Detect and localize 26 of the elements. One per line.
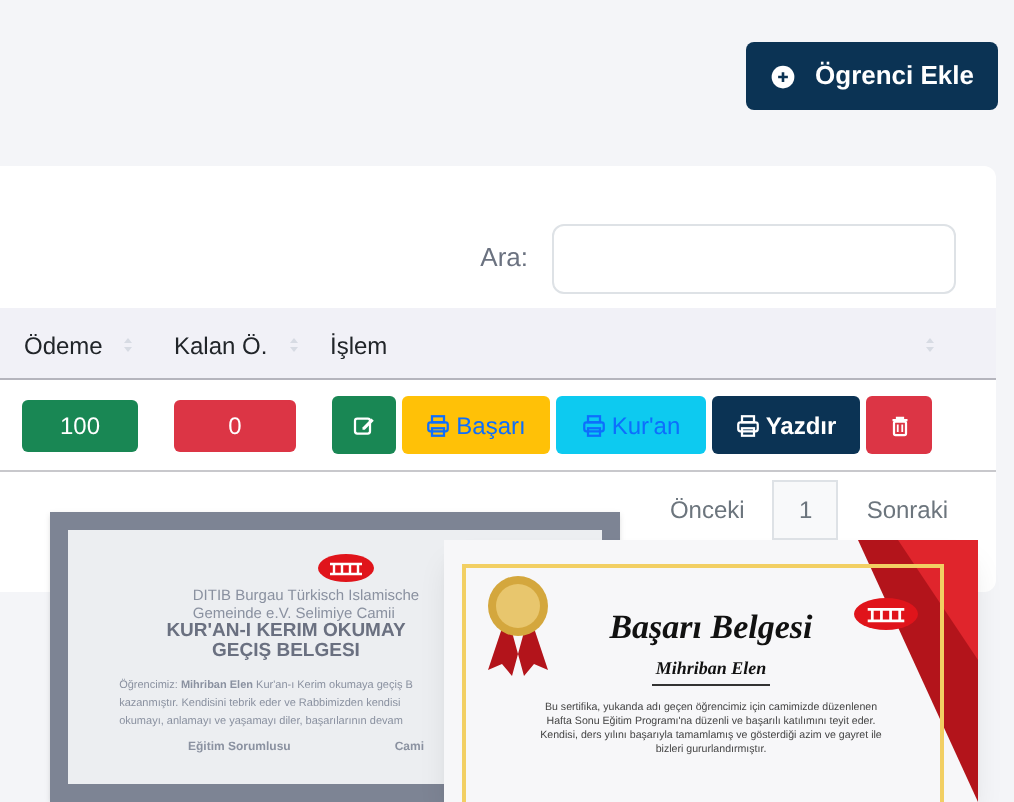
page-button[interactable]: 1 — [772, 480, 839, 540]
print-button[interactable]: Yazdır — [712, 396, 860, 454]
trash-icon — [887, 413, 911, 437]
printer-icon — [426, 413, 451, 437]
printer-icon — [735, 413, 760, 437]
remaining-badge: 0 — [174, 399, 296, 451]
logo-icon — [318, 554, 374, 582]
search-label: Ara: — [480, 240, 528, 277]
certificate-title: GEÇIŞ BELGESI — [212, 642, 360, 662]
add-student-button[interactable]: Ögrenci Ekle — [745, 42, 998, 110]
search-field[interactable] — [552, 223, 956, 293]
plus-circle-icon — [769, 63, 796, 89]
recipient-name: Mihriban Elen — [651, 656, 771, 685]
column-header[interactable]: İşlem — [330, 328, 388, 364]
printer-icon — [581, 413, 606, 437]
payment-badge: 100 — [22, 399, 138, 451]
next-page-link[interactable]: Sonraki — [838, 480, 976, 540]
column-header[interactable]: Ödeme — [24, 328, 103, 364]
edit-button[interactable] — [332, 396, 396, 454]
previous-page-link[interactable]: Önceki — [641, 480, 773, 540]
column-header[interactable]: Kalan Ö. — [174, 328, 268, 364]
certificate-title: KUR'AN-I KERIM OKUMAY — [166, 622, 406, 642]
certificate-title: Başarı Belgesi — [609, 608, 813, 648]
edit-icon — [352, 413, 376, 437]
delete-button[interactable] — [866, 396, 932, 454]
medal-icon — [484, 574, 552, 678]
